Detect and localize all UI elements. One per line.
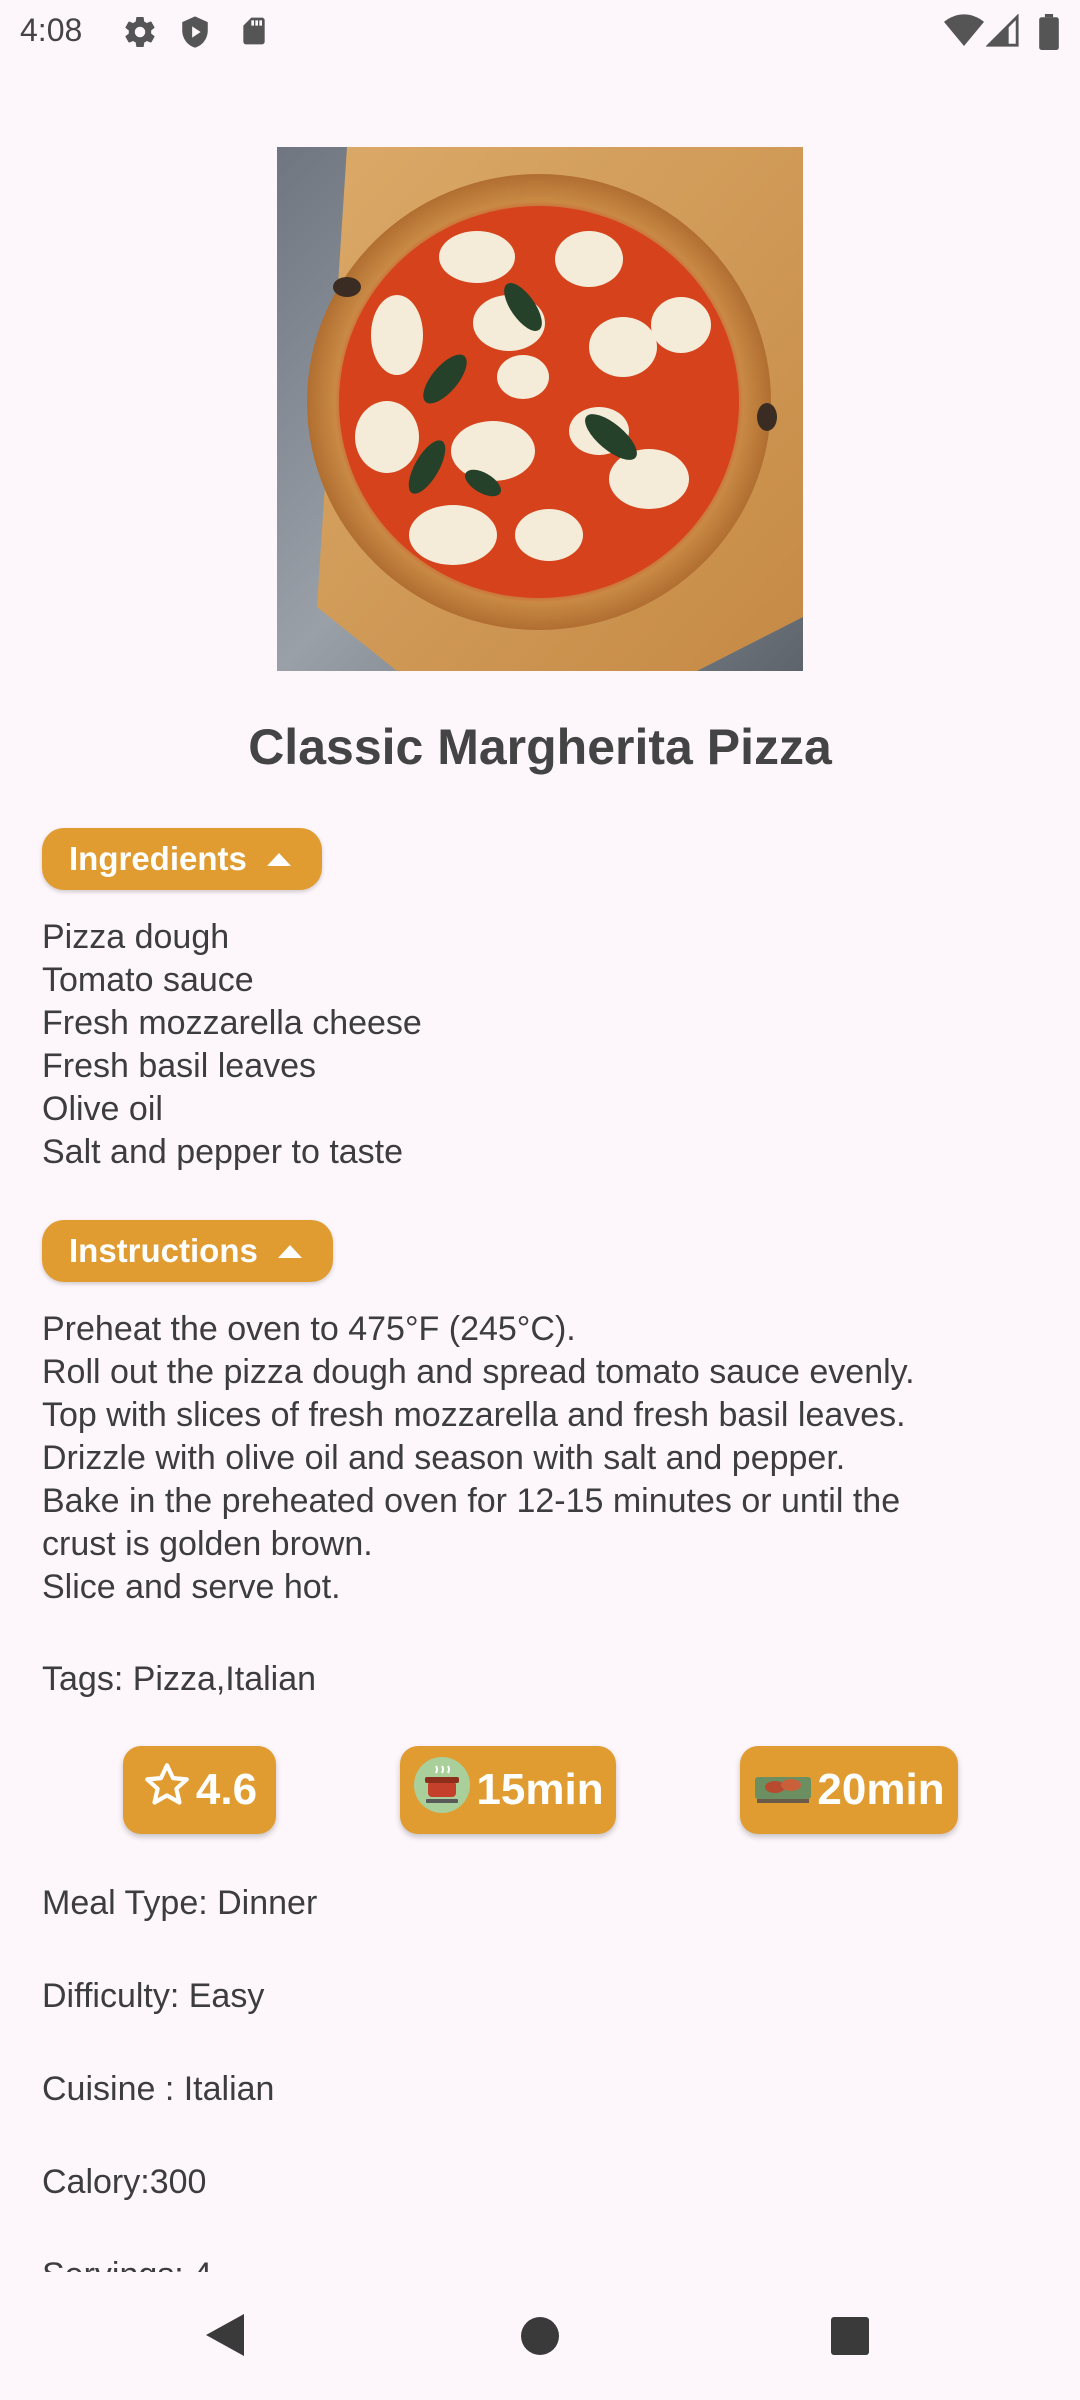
cuisine: Cuisine : Italian xyxy=(42,2070,275,2108)
battery-icon xyxy=(1038,14,1060,55)
rating-badge: 4.6 xyxy=(123,1746,276,1834)
ingredients-toggle-button[interactable]: Ingredients xyxy=(42,828,322,890)
wifi-icon xyxy=(944,14,984,53)
calory: Calory:300 xyxy=(42,2163,207,2201)
chevron-up-icon xyxy=(277,1244,302,1258)
back-icon[interactable] xyxy=(204,2312,246,2363)
ingredients-toggle-label: Ingredients xyxy=(69,840,247,877)
instructions-list: Preheat the oven to 475°F (245°C). Roll … xyxy=(42,1308,915,1609)
ingredient-item: Salt and pepper to taste xyxy=(42,1133,404,1171)
cook-time-value: 20min xyxy=(817,1765,945,1814)
shield-play-icon xyxy=(178,14,212,55)
ingredient-item: Olive oil xyxy=(42,1090,163,1128)
rating-value: 4.6 xyxy=(195,1765,258,1814)
ingredient-item: Fresh mozzarella cheese xyxy=(42,1004,422,1042)
recipe-title: Classic Margherita Pizza xyxy=(248,719,832,775)
ingredient-item: Pizza dough xyxy=(42,918,230,956)
ingredient-item: Tomato sauce xyxy=(42,961,254,999)
prep-time-badge: 15min xyxy=(400,1746,616,1834)
home-icon[interactable] xyxy=(520,2316,560,2361)
grill-icon xyxy=(753,1763,813,1818)
instruction-line: Top with slices of fresh mozzarella and … xyxy=(42,1396,906,1434)
instruction-line: Preheat the oven to 475°F (245°C). xyxy=(42,1310,576,1348)
difficulty: Difficulty: Easy xyxy=(42,1977,265,2015)
recents-icon[interactable] xyxy=(830,2316,870,2361)
settings-icon xyxy=(122,14,158,55)
chevron-up-icon xyxy=(266,852,291,866)
recipe-image xyxy=(277,147,803,671)
instruction-line: Drizzle with olive oil and season with s… xyxy=(42,1439,846,1477)
status-time: 4:08 xyxy=(20,12,83,48)
status-bar: 4:08 xyxy=(0,0,1080,66)
prep-time-value: 15min xyxy=(476,1765,604,1814)
instruction-line: Bake in the preheated oven for 12-15 min… xyxy=(42,1482,901,1520)
recipe-tags: Tags: Pizza,Italian xyxy=(42,1660,317,1698)
ingredients-list: Pizza dough Tomato sauce Fresh mozzarell… xyxy=(42,916,422,1174)
instructions-toggle-button[interactable]: Instructions xyxy=(42,1220,333,1282)
cook-time-badge: 20min xyxy=(740,1746,958,1834)
sd-card-icon xyxy=(238,14,270,53)
recipe-detail-screen: 4:08 Classic Margherita Pizza Ingredient… xyxy=(0,0,1080,2400)
instruction-line: Slice and serve hot. xyxy=(42,1568,341,1606)
instructions-toggle-label: Instructions xyxy=(69,1232,258,1269)
meal-type: Meal Type: Dinner xyxy=(42,1884,318,1922)
instruction-line: Roll out the pizza dough and spread toma… xyxy=(42,1353,915,1391)
instruction-line: crust is golden brown. xyxy=(42,1525,373,1563)
cooking-pot-icon xyxy=(412,1755,472,1826)
system-navigation-bar xyxy=(0,2272,1080,2400)
star-icon xyxy=(142,1760,192,1821)
signal-icon xyxy=(985,13,1020,53)
ingredient-item: Fresh basil leaves xyxy=(42,1047,317,1085)
